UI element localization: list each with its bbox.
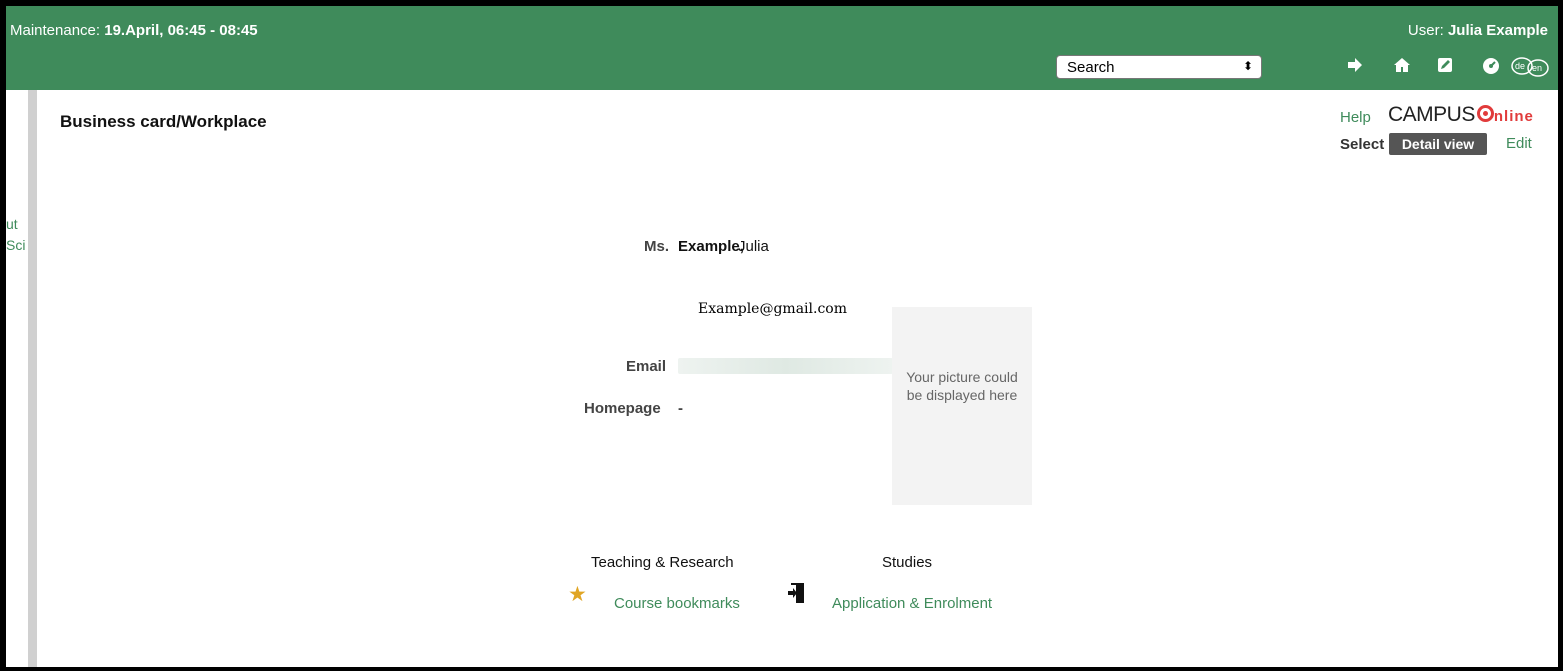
campus-online-logo[interactable]: CAMPUS nline <box>1388 103 1534 127</box>
door-enter-icon[interactable] <box>787 582 805 604</box>
browser-frame: Maintenance: 19.April, 06:45 - 08:45 Use… <box>6 6 1558 667</box>
star-icon[interactable]: ★ <box>568 584 587 606</box>
page-title: Business card/Workplace <box>60 112 267 131</box>
search-select[interactable]: Search ⬍ <box>1056 55 1262 79</box>
email-redacted-link[interactable] <box>678 358 893 374</box>
select-label: Select <box>1340 136 1385 153</box>
photo-placeholder: Your picture could be displayed here <box>892 307 1032 505</box>
logo-text-campus: CAMPUS <box>1388 103 1475 126</box>
dashboard-icon[interactable] <box>1480 56 1502 78</box>
maintenance-label: Maintenance: <box>10 22 105 39</box>
email-overlay-text: Example@gmail.com <box>698 301 847 317</box>
detail-view-button[interactable]: Detail view <box>1389 133 1487 155</box>
logout-icon[interactable] <box>1344 56 1366 78</box>
email-label: Email <box>626 358 667 375</box>
user-name[interactable]: Julia Example <box>1448 22 1548 39</box>
given-name: Julia <box>738 238 769 255</box>
help-link[interactable]: Help <box>1340 109 1371 126</box>
search-select-value: Search <box>1067 59 1115 76</box>
language-de-en-icon[interactable]: de en <box>1510 56 1550 78</box>
homepage-value: - <box>678 400 683 417</box>
homepage-label: Homepage <box>584 400 661 417</box>
sidebar-cut-text[interactable]: Sci <box>6 237 25 253</box>
application-enrolment-link[interactable]: Application & Enrolment <box>832 595 992 612</box>
logo-text-online: nline <box>1493 108 1534 125</box>
course-bookmarks-link[interactable]: Course bookmarks <box>614 595 740 612</box>
teaching-research-heading: Teaching & Research <box>591 554 734 571</box>
left-sidebar-divider[interactable] <box>28 90 37 667</box>
sidebar-cut-text[interactable]: ut <box>6 216 18 232</box>
maintenance-notice: Maintenance: 19.April, 06:45 - 08:45 <box>10 22 258 39</box>
edit-icon[interactable] <box>1434 56 1456 78</box>
studies-heading: Studies <box>882 554 933 571</box>
maintenance-time: 19.April, 06:45 - 08:45 <box>104 22 258 39</box>
user-info: User: Julia Example <box>1408 22 1548 39</box>
photo-placeholder-text: Your picture could be displayed here <box>906 369 1018 403</box>
logo-o-icon <box>1476 105 1494 122</box>
edit-link[interactable]: Edit <box>1506 135 1532 152</box>
home-icon[interactable] <box>1391 56 1413 78</box>
salutation: Ms. <box>644 238 670 255</box>
user-label: User: <box>1407 22 1448 39</box>
lang-de-text: de <box>1515 61 1525 71</box>
surname: Example, <box>678 238 744 255</box>
top-header: Maintenance: 19.April, 06:45 - 08:45 Use… <box>6 6 1558 90</box>
select-arrows-icon: ⬍ <box>1242 59 1253 73</box>
lang-en-text: en <box>1532 63 1542 73</box>
